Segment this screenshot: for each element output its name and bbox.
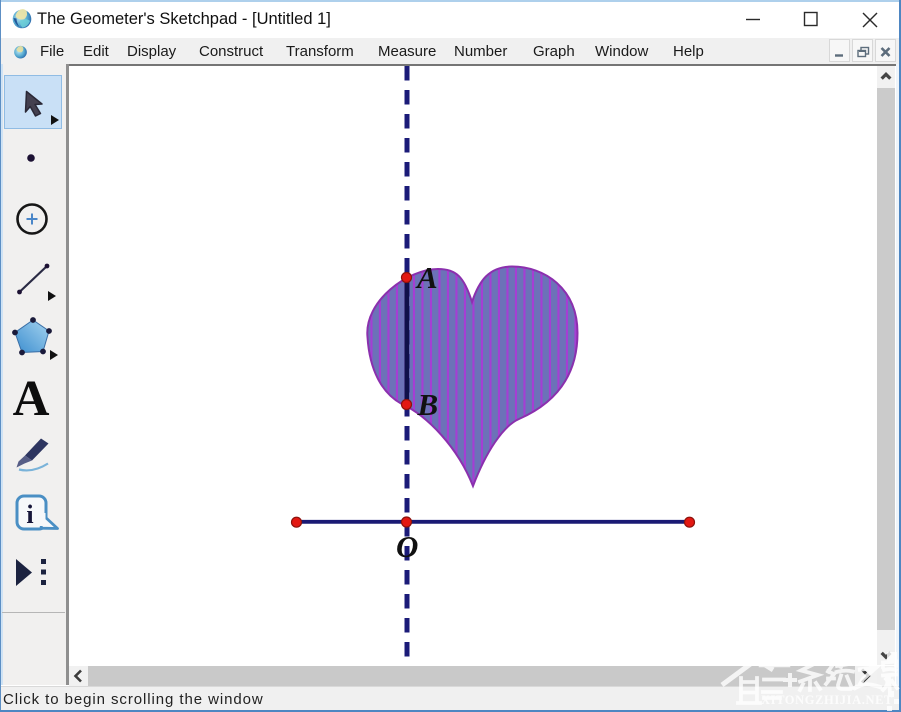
- svg-text:i: i: [26, 500, 33, 529]
- svg-text:XITONGZHIJIA.NET: XITONGZHIJIA.NET: [761, 693, 893, 707]
- svg-text:A: A: [415, 260, 438, 295]
- svg-text:B: B: [417, 387, 439, 422]
- svg-text:A: A: [13, 371, 50, 427]
- svg-text:O: O: [396, 529, 418, 564]
